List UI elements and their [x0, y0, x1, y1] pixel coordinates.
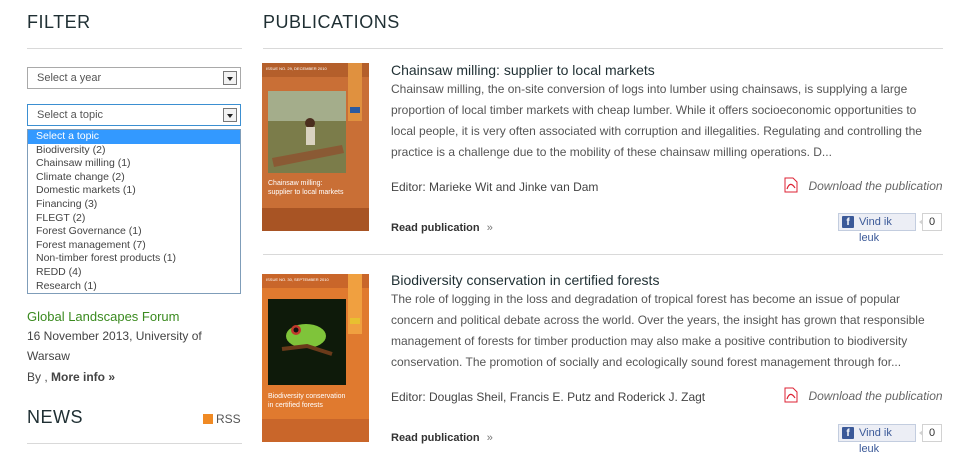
- publication-cover[interactable]: ISSUE NO. 30, SEPTEMBER 2010 Biodiversit…: [262, 274, 369, 442]
- publication-summary: The role of logging in the loss and degr…: [391, 289, 931, 373]
- topic-option[interactable]: Forest Governance (1): [28, 225, 240, 239]
- read-publication-link[interactable]: Read publication »: [391, 432, 493, 444]
- publication-summary: Chainsaw milling, the on-site conversion…: [391, 79, 931, 163]
- cover-image: [262, 274, 369, 442]
- facebook-icon: f: [842, 216, 854, 228]
- event-byline: By , More info »: [27, 370, 115, 384]
- topic-select[interactable]: Select a topic: [27, 104, 241, 126]
- event-by: By ,: [27, 370, 48, 384]
- divider: [263, 254, 943, 255]
- summary-line: proportion of local timber markets with …: [391, 103, 917, 117]
- download-label: Download the publication: [808, 389, 943, 403]
- read-label: Read publication: [391, 432, 480, 444]
- download-link[interactable]: Download the publication: [784, 387, 943, 405]
- pdf-icon: [784, 177, 798, 193]
- like-label: Vind ik leuk: [859, 427, 892, 455]
- cover-title: Chainsaw milling: supplier to local mark…: [268, 180, 344, 196]
- summary-line: local people, it is very often associate…: [391, 124, 922, 138]
- publication-title[interactable]: Biodiversity conservation in certified f…: [391, 272, 659, 288]
- cover-issue: ISSUE NO. 29, DECEMBER 2010: [266, 66, 327, 71]
- publication-cover[interactable]: ISSUE NO. 29, DECEMBER 2010 Chainsaw mil…: [262, 63, 369, 231]
- topic-option[interactable]: Domestic markets (1): [28, 184, 240, 198]
- summary-line: practice is a challenge due to the mobil…: [391, 145, 832, 159]
- read-label: Read publication: [391, 222, 480, 234]
- year-select-value: Select a year: [37, 72, 102, 84]
- publication-editor: Editor: Douglas Sheil, Francis E. Putz a…: [391, 390, 706, 404]
- topic-option[interactable]: Non-timber forest products (1): [28, 252, 240, 266]
- summary-line: conservation. The promotion of socially …: [391, 355, 902, 369]
- facebook-icon: f: [842, 427, 854, 439]
- more-info-link[interactable]: More info »: [51, 370, 115, 384]
- download-link[interactable]: Download the publication: [784, 177, 943, 195]
- pdf-icon: [784, 387, 798, 403]
- download-label: Download the publication: [808, 179, 943, 193]
- filter-heading: FILTER: [27, 12, 91, 32]
- year-select[interactable]: Select a year: [27, 67, 241, 89]
- topic-dropdown-list[interactable]: Select a topic Biodiversity (2) Chainsaw…: [27, 129, 241, 294]
- topic-option[interactable]: Chainsaw milling (1): [28, 157, 240, 171]
- double-chevron-icon: »: [486, 222, 493, 234]
- event-title[interactable]: Global Landscapes Forum: [27, 309, 179, 324]
- chevron-down-icon[interactable]: [223, 108, 237, 122]
- summary-line: Chainsaw milling, the on-site conversion…: [391, 82, 908, 96]
- rss-label: RSS: [216, 412, 241, 426]
- event-date: 16 November 2013, University of: [27, 329, 202, 343]
- topic-option[interactable]: Financing (3): [28, 198, 240, 212]
- topic-option[interactable]: Forest management (7): [28, 239, 240, 253]
- divider: [27, 48, 242, 49]
- cover-image: [262, 63, 369, 231]
- chevron-down-icon[interactable]: [223, 71, 237, 85]
- rss-icon: [203, 414, 213, 424]
- divider: [263, 48, 943, 49]
- double-chevron-icon: »: [486, 432, 493, 444]
- topic-option[interactable]: Biodiversity (2): [28, 144, 240, 158]
- publication-title[interactable]: Chainsaw milling: supplier to local mark…: [391, 62, 655, 78]
- divider: [27, 443, 242, 444]
- summary-line: management of forests for timber product…: [391, 334, 908, 348]
- summary-line: The role of logging in the loss and degr…: [391, 292, 900, 306]
- rss-link[interactable]: RSS: [203, 412, 241, 426]
- like-count: 0: [919, 424, 942, 442]
- topic-option[interactable]: Climate change (2): [28, 171, 240, 185]
- topic-select-value: Select a topic: [37, 109, 104, 121]
- news-heading: NEWS: [27, 407, 83, 427]
- read-publication-link[interactable]: Read publication »: [391, 222, 493, 234]
- topic-option[interactable]: FLEGT (2): [28, 212, 240, 226]
- event-location: Warsaw: [27, 349, 70, 363]
- publications-heading: PUBLICATIONS: [263, 12, 400, 32]
- facebook-like-button[interactable]: f Vind ik leuk: [838, 213, 916, 244]
- cover-issue: ISSUE NO. 30, SEPTEMBER 2010: [266, 277, 329, 282]
- cover-title: Biodiversity conservation in certified f…: [268, 393, 346, 409]
- summary-line: concern and political debate across the …: [391, 313, 925, 327]
- publication-editor: Editor: Marieke Wit and Jinke van Dam: [391, 180, 599, 194]
- topic-option[interactable]: Research (1): [28, 280, 240, 294]
- topic-option[interactable]: REDD (4): [28, 266, 240, 280]
- topic-option[interactable]: Select a topic: [28, 130, 240, 144]
- like-count: 0: [919, 213, 942, 231]
- facebook-like-button[interactable]: f Vind ik leuk: [838, 424, 916, 455]
- like-label: Vind ik leuk: [859, 216, 892, 244]
